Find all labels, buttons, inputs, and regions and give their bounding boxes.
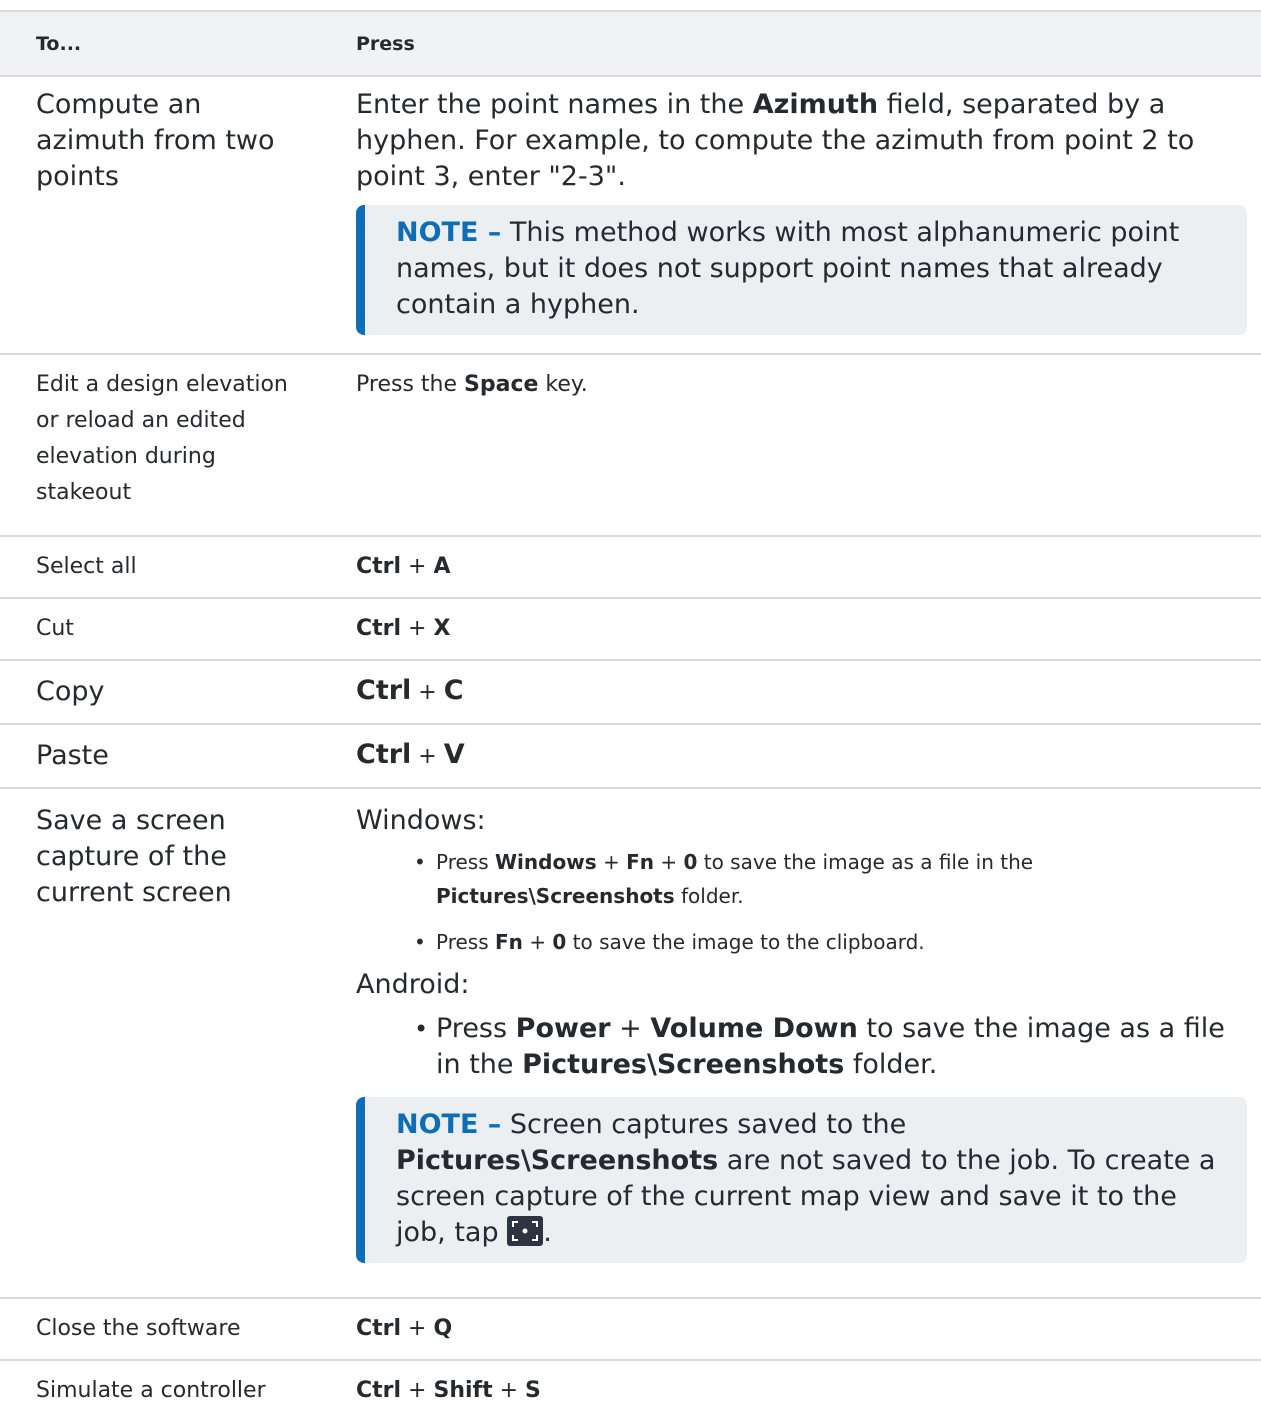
plus: +	[610, 1013, 651, 1044]
header-col-press: Press	[356, 32, 415, 55]
plus: +	[522, 930, 553, 954]
key-shift: Shift	[433, 1378, 493, 1403]
key-q: Q	[433, 1316, 453, 1341]
table-row-select-all: Select all Ctrl + A	[0, 537, 1261, 599]
windows-label: Windows:	[356, 805, 486, 836]
key-a: A	[433, 554, 451, 579]
plus: +	[401, 1378, 434, 1403]
text: Press	[436, 1013, 516, 1044]
key-ctrl: Ctrl	[356, 739, 412, 770]
note-text: This method works with most alphanumeric…	[396, 217, 1180, 320]
key-ctrl: Ctrl	[356, 554, 402, 579]
task-cell: Compute an azimuth from two points	[36, 89, 275, 192]
press-cell: Enter the point names in the Azimuth fie…	[356, 87, 1261, 353]
press-cell: Windows: Press Windows + Fn + 0 to save …	[356, 803, 1261, 1297]
note-box: NOTE – Screen captures saved to the Pict…	[356, 1097, 1247, 1263]
header-col-to: To...	[36, 32, 82, 55]
key-fn: Fn	[626, 850, 654, 874]
android-label: Android:	[356, 969, 470, 1000]
azimuth-instructions: Enter the point names in the Azimuth fie…	[356, 87, 1249, 195]
task-cell: Copy	[36, 676, 105, 707]
note-label: NOTE –	[396, 217, 502, 248]
text: Enter the point names in the	[356, 89, 753, 120]
list-item: Press Fn + 0 to save the image to the cl…	[356, 925, 1249, 959]
task-cell: Cut	[36, 616, 74, 641]
plus: +	[401, 616, 434, 641]
task-cell: Close the software	[36, 1316, 241, 1341]
table-row-paste: Paste Ctrl + V	[0, 725, 1261, 789]
note-text: Screen captures saved to the	[501, 1109, 907, 1140]
plus: +	[401, 1316, 434, 1341]
key-0: 0	[552, 930, 567, 954]
key-c: C	[443, 675, 464, 706]
note-label: NOTE –	[396, 1109, 502, 1140]
text: to save the image to the clipboard.	[566, 930, 925, 954]
list-item: Press Power + Volume Down to save the im…	[356, 1011, 1249, 1083]
key-s: S	[525, 1378, 541, 1403]
plus: +	[492, 1378, 526, 1403]
task-cell: Save a screen capture of the current scr…	[36, 805, 232, 908]
folder-name: Pictures\Screenshots	[436, 884, 675, 908]
plus: +	[411, 744, 444, 769]
press-cell: Ctrl + A	[356, 549, 1261, 585]
folder-name: Pictures\Screenshots	[522, 1049, 845, 1080]
task-cell: Simulate a controller	[36, 1378, 266, 1403]
task-cell: Select all	[36, 554, 137, 579]
key-ctrl: Ctrl	[356, 675, 412, 706]
key-name: Space	[464, 372, 539, 397]
screen-capture-icon[interactable]	[507, 1216, 544, 1246]
text: to save the image as a file in the	[697, 850, 1034, 874]
task-cell: Edit a design elevation or reload an edi…	[36, 372, 288, 505]
shortcuts-table: To... Press Compute an azimuth from two …	[0, 10, 1261, 1421]
table-row-simulate: Simulate a controller Ctrl + Shift + S	[0, 1361, 1261, 1421]
note-box: NOTE – This method works with most alpha…	[356, 205, 1247, 335]
key-volume-down: Volume Down	[650, 1013, 858, 1044]
table-row-cut: Cut Ctrl + X	[0, 599, 1261, 661]
text: Press the	[356, 372, 464, 397]
plus: +	[653, 850, 684, 874]
press-cell: Ctrl + X	[356, 611, 1261, 647]
table-header: To... Press	[0, 10, 1261, 77]
key-fn: Fn	[495, 930, 523, 954]
key-ctrl: Ctrl	[356, 1378, 402, 1403]
press-cell: Ctrl + C	[356, 673, 1261, 711]
plus: +	[596, 850, 627, 874]
field-name: Azimuth	[752, 89, 879, 120]
task-cell: Paste	[36, 740, 109, 771]
key-power: Power	[515, 1013, 611, 1044]
table-row-azimuth: Compute an azimuth from two points Enter…	[0, 77, 1261, 355]
text: folder.	[844, 1049, 938, 1080]
key-x: X	[433, 616, 451, 641]
note-text: .	[543, 1217, 552, 1248]
key-v: V	[443, 739, 465, 770]
list-item: Press Windows + Fn + 0 to save the image…	[356, 845, 1249, 913]
table-row-design-elevation: Edit a design elevation or reload an edi…	[0, 355, 1261, 537]
windows-list: Press Windows + Fn + 0 to save the image…	[356, 845, 1249, 959]
key-windows: Windows	[495, 850, 597, 874]
key-0: 0	[683, 850, 698, 874]
press-cell: Ctrl + Shift + S	[356, 1373, 1261, 1409]
key-ctrl: Ctrl	[356, 616, 402, 641]
folder-name: Pictures\Screenshots	[396, 1145, 719, 1176]
press-cell: Press the Space key.	[356, 367, 1261, 535]
table-row-copy: Copy Ctrl + C	[0, 661, 1261, 725]
press-cell: Ctrl + Q	[356, 1311, 1261, 1347]
key-ctrl: Ctrl	[356, 1316, 402, 1341]
press-cell: Ctrl + V	[356, 737, 1261, 775]
table-row-screen-capture: Save a screen capture of the current scr…	[0, 789, 1261, 1299]
plus: +	[411, 680, 444, 705]
text: key.	[538, 372, 588, 397]
text: folder.	[674, 884, 744, 908]
text: Press	[436, 850, 495, 874]
plus: +	[401, 554, 434, 579]
table-row-close: Close the software Ctrl + Q	[0, 1299, 1261, 1361]
text: Press	[436, 930, 495, 954]
android-list: Press Power + Volume Down to save the im…	[356, 1011, 1249, 1083]
